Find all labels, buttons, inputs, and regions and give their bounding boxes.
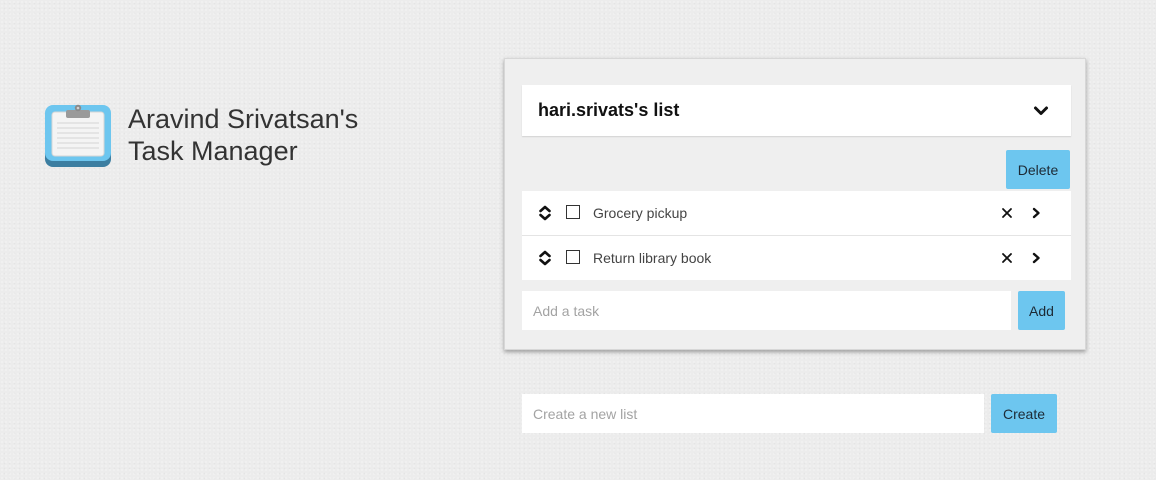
list-title: hari.srivats's list	[538, 100, 680, 120]
task-checkbox[interactable]	[566, 205, 580, 219]
close-icon[interactable]	[1000, 206, 1014, 220]
brand-header: Aravind Srivatsan's Task Manager	[44, 103, 404, 173]
chevron-right-icon[interactable]	[1029, 206, 1043, 220]
reorder-handle-icon[interactable]	[538, 204, 552, 222]
task-label: Grocery pickup	[593, 205, 688, 221]
task-checkbox[interactable]	[566, 250, 580, 264]
list-panel: hari.srivats's list Delete Grocery picku…	[504, 58, 1086, 350]
clipboard-icon	[45, 104, 111, 167]
task-list: Grocery pickup Return library book	[522, 191, 1071, 280]
chevron-right-icon[interactable]	[1029, 251, 1043, 265]
create-list-button[interactable]: Create	[991, 394, 1057, 433]
task-label: Return library book	[593, 250, 712, 266]
reorder-handle-icon[interactable]	[538, 249, 552, 267]
list-header[interactable]: hari.srivats's list	[522, 85, 1071, 136]
add-task-input[interactable]	[522, 291, 1011, 330]
add-task-button[interactable]: Add	[1018, 291, 1065, 330]
app-title-line-1: Aravind Srivatsan's	[128, 104, 359, 134]
app-title: Aravind Srivatsan's Task Manager	[128, 103, 408, 167]
task-row: Return library book	[522, 236, 1071, 280]
app-title-line-2: Task Manager	[128, 136, 298, 166]
chevron-down-icon[interactable]	[1033, 103, 1049, 119]
task-row: Grocery pickup	[522, 191, 1071, 236]
delete-list-button[interactable]: Delete	[1006, 150, 1070, 189]
new-list-input[interactable]	[522, 394, 984, 433]
close-icon[interactable]	[1000, 251, 1014, 265]
